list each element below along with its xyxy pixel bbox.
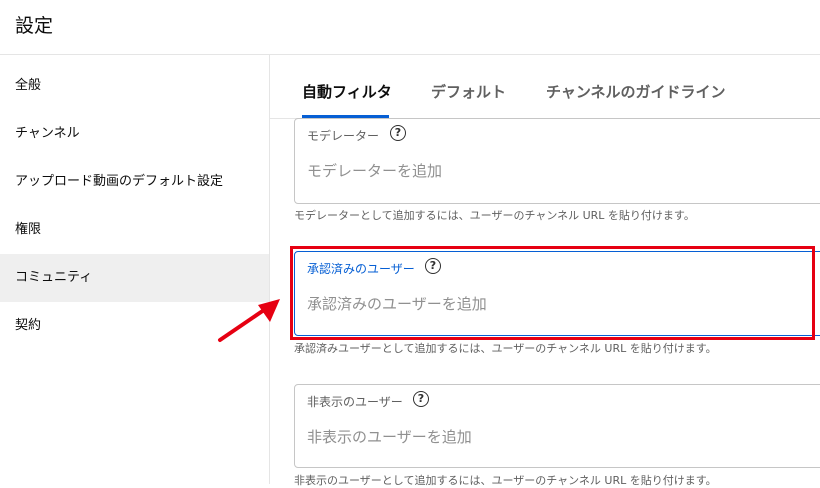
moderators-label: モデレーター [307,129,380,143]
tab-auto-filter[interactable]: 自動フィルタ [302,55,392,119]
moderators-input[interactable]: モデレーターを追加 [307,160,442,181]
page-title: 設定 [15,15,54,37]
approved-users-hint: 承認済みユーザーとして追加するには、ユーザーのチャンネル URL を貼り付けます… [294,342,717,355]
tab-defaults[interactable]: デフォルト [431,55,506,119]
moderators-field[interactable]: モデレーター ? モデレーターを追加 [294,118,820,204]
settings-sidebar: 全般 チャンネル アップロード動画のデフォルト設定 権限 コミュニティ 契約 [0,55,270,484]
sidebar-item-channel[interactable]: チャンネル [0,110,269,158]
sidebar-item-upload-defaults[interactable]: アップロード動画のデフォルト設定 [0,158,269,206]
hidden-users-input[interactable]: 非表示のユーザーを追加 [307,426,472,447]
hidden-users-field[interactable]: 非表示のユーザー ? 非表示のユーザーを追加 [294,384,820,468]
red-arrow-icon [218,299,280,342]
hidden-users-hint: 非表示のユーザーとして追加するには、ユーザーのチャンネル URL を貼り付けます… [294,474,717,487]
help-circle-icon[interactable]: ? [390,125,406,141]
sidebar-item-general[interactable]: 全般 [0,62,269,110]
sidebar-item-permissions[interactable]: 権限 [0,206,269,254]
highlight-box [290,246,815,340]
sidebar-item-community[interactable]: コミュニティ [0,254,269,302]
help-circle-icon[interactable]: ? [413,391,429,407]
moderators-hint: モデレーターとして追加するには、ユーザーのチャンネル URL を貼り付けます。 [294,209,695,222]
tab-bar: 自動フィルタ デフォルト チャンネルのガイドライン [270,55,820,119]
hidden-users-label: 非表示のユーザー [307,395,403,409]
page-header: 設定 [0,0,820,55]
tab-channel-guidelines[interactable]: チャンネルのガイドライン [546,55,726,119]
